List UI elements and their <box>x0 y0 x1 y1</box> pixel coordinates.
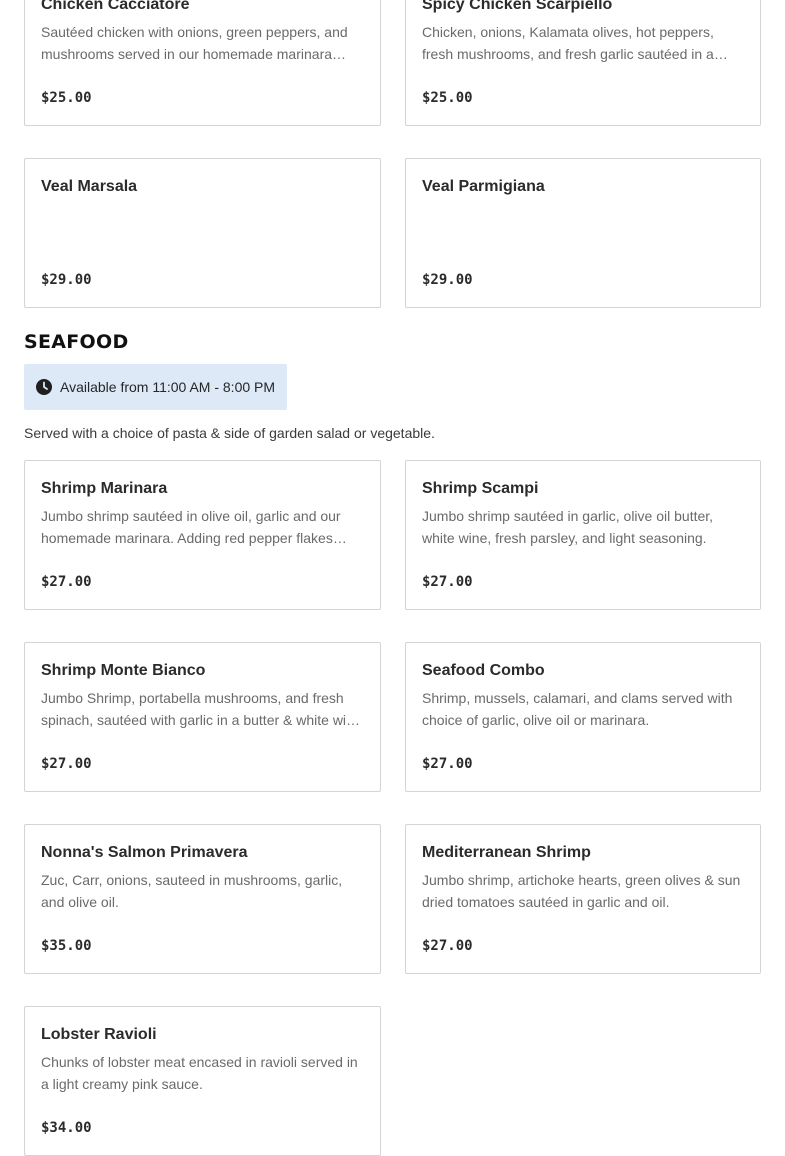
menu-grid-seafood: Shrimp Marinara Jumbo shrimp sautéed in … <box>24 460 761 1156</box>
menu-item-price: $29.00 <box>41 272 92 288</box>
availability-banner: Available from 11:00 AM - 8:00 PM <box>24 364 288 410</box>
menu-item-name: Shrimp Scampi <box>422 480 539 497</box>
menu-item-description: Jumbo shrimp sautéed in garlic, olive oi… <box>422 508 714 546</box>
menu-item-description: Shrimp, mussels, calamari, and clams ser… <box>422 690 733 728</box>
menu-item-description: Jumbo shrimp sautéed in olive oil, garli… <box>41 508 341 546</box>
availability-text: Available from 11:00 AM - 8:00 PM <box>60 379 276 395</box>
menu-item-card[interactable]: Spicy Chicken Scarpiello Chicken, onions… <box>405 0 761 126</box>
menu-item-name: Veal Marsala <box>41 178 138 195</box>
menu-item-name: Lobster Ravioli <box>41 1026 157 1043</box>
menu-item-price: $34.00 <box>41 1120 92 1136</box>
menu-item-name: Spicy Chicken Scarpiello <box>422 0 613 13</box>
menu-item-price: $27.00 <box>422 574 473 590</box>
menu-item-description: Jumbo shrimp, artichoke hearts, green ol… <box>422 872 741 910</box>
section-heading-seafood: SEAFOOD <box>24 331 129 353</box>
menu-item-price: $25.00 <box>41 90 92 106</box>
menu-item-name: Seafood Combo <box>422 662 545 679</box>
menu-item-price: $27.00 <box>422 756 473 772</box>
menu-item-price: $25.00 <box>422 90 473 106</box>
menu-item-name: Mediterranean Shrimp <box>422 844 591 861</box>
menu-item-name: Chicken Cacciatore <box>41 0 190 13</box>
menu-item-description: Chunks of lobster meat encased in raviol… <box>41 1054 358 1092</box>
menu-item-card[interactable]: Nonna's Salmon Primavera Zuc, Carr, onio… <box>24 824 381 974</box>
menu-grid-top: Chicken Cacciatore Sautéed chicken with … <box>24 0 761 308</box>
menu-item-description: Zuc, Carr, onions, sauteed in mushrooms,… <box>41 872 343 910</box>
menu-item-card[interactable]: Shrimp Marinara Jumbo shrimp sautéed in … <box>24 460 381 610</box>
menu-item-price: $27.00 <box>422 938 473 954</box>
menu-item-price: $27.00 <box>41 756 92 772</box>
menu-item-card[interactable]: Shrimp Monte Bianco Jumbo Shrimp, portab… <box>24 642 381 792</box>
menu-item-card[interactable]: Shrimp Scampi Jumbo shrimp sautéed in ga… <box>405 460 761 610</box>
menu-item-price: $35.00 <box>41 938 92 954</box>
menu-item-price: $27.00 <box>41 574 92 590</box>
menu-item-card[interactable]: Mediterranean Shrimp Jumbo shrimp, artic… <box>405 824 761 974</box>
menu-item-card[interactable]: Seafood Combo Shrimp, mussels, calamari,… <box>405 642 761 792</box>
menu-item-description: Jumbo Shrimp, portabella mushrooms, and … <box>41 690 362 728</box>
menu-item-name: Veal Parmigiana <box>422 178 545 195</box>
menu-item-card[interactable]: Chicken Cacciatore Sautéed chicken with … <box>24 0 381 126</box>
menu-item-card[interactable]: Lobster Ravioli Chunks of lobster meat e… <box>24 1006 381 1156</box>
menu-item-card[interactable]: Veal Marsala $29.00 <box>24 158 381 308</box>
section-note: Served with a choice of pasta & side of … <box>24 425 435 441</box>
menu-item-price: $29.00 <box>422 272 473 288</box>
menu-item-name: Nonna's Salmon Primavera <box>41 844 248 861</box>
menu-item-name: Shrimp Marinara <box>41 480 168 497</box>
menu-item-card[interactable]: Veal Parmigiana $29.00 <box>405 158 761 308</box>
menu-item-description: Sautéed chicken with onions, green peppe… <box>41 24 348 62</box>
menu-item-description: Chicken, onions, Kalamata olives, hot pe… <box>422 24 714 62</box>
menu-item-name: Shrimp Monte Bianco <box>41 662 206 679</box>
clock-icon <box>36 379 52 395</box>
